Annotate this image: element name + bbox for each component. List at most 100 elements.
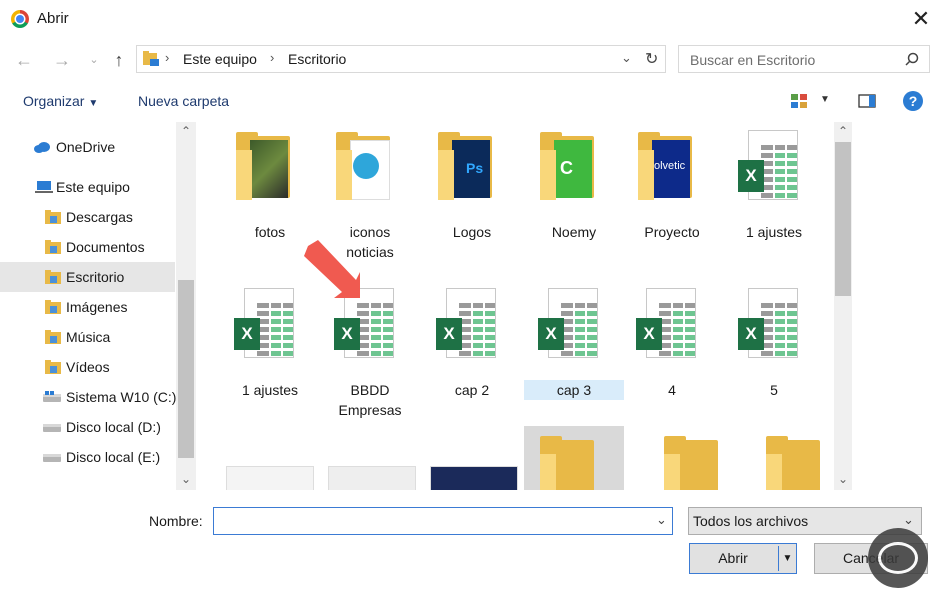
sidebar-item-label: Este equipo — [56, 179, 130, 195]
address-dropdown-button[interactable]: ⌄ — [621, 50, 632, 66]
address-bar[interactable]: › Este equipo › Escritorio ⌄ ↻ — [136, 45, 666, 73]
sidebar-item-sistema-w10-c[interactable]: Sistema W10 (C:) — [0, 382, 176, 412]
back-button[interactable]: ← — [12, 47, 36, 73]
help-button[interactable]: ? — [903, 91, 923, 111]
view-dropdown-button[interactable]: ▼ — [820, 94, 830, 105]
drive-icon — [43, 420, 61, 434]
chevron-down-icon: ⌄ — [656, 512, 667, 527]
nav-scrollbar-thumb[interactable] — [178, 280, 194, 458]
excel-file-icon: X — [738, 288, 800, 360]
scroll-up-icon[interactable]: ⌃ — [176, 124, 196, 138]
breadcrumb-este-equipo[interactable]: Este equipo — [183, 51, 257, 67]
drive-icon — [43, 450, 61, 464]
sidebar-item-escritorio[interactable]: Escritorio — [0, 262, 175, 292]
documents-folder-icon — [45, 240, 61, 254]
folder-icon — [336, 132, 390, 200]
breadcrumb-escritorio[interactable]: Escritorio — [288, 51, 346, 67]
sidebar-item-onedrive[interactable]: OneDrive — [0, 132, 175, 162]
folder-icon — [664, 436, 718, 490]
files-scrollbar[interactable]: ⌃ ⌄ — [834, 122, 852, 490]
open-button[interactable]: Abrir ▼ — [689, 543, 797, 574]
breadcrumb-separator-icon: › — [270, 50, 275, 65]
folder-icon: olvetic — [638, 132, 692, 200]
folder-icon — [540, 436, 594, 490]
nav-scrollbar[interactable]: ⌃ ⌄ — [176, 122, 196, 490]
file-list[interactable]: fotos iconos noticias Ps Logos C Noemy olvetic… — [212, 122, 832, 490]
search-icon — [905, 52, 919, 66]
organize-label: Organizar — [23, 93, 85, 109]
file-name-input[interactable] — [218, 512, 642, 532]
file-item[interactable]: X 1 ajustes — [724, 122, 824, 262]
file-item[interactable]: Xcap 3 — [524, 280, 624, 420]
search-box[interactable] — [678, 45, 930, 73]
sidebar-item-label: OneDrive — [56, 139, 116, 155]
view-grid-icon — [791, 94, 807, 108]
sidebar-item-disco-local-d[interactable]: Disco local (D:) — [0, 412, 175, 442]
close-button[interactable]: ✕ — [906, 6, 936, 32]
sidebar-item-imágenes[interactable]: Imágenes — [0, 292, 175, 322]
file-name-label: Nombre: — [149, 513, 203, 529]
sidebar-item-label: Música — [66, 329, 111, 345]
sidebar-item-este-equipo[interactable]: Este equipo — [0, 172, 175, 202]
file-item[interactable]: X BBDD Empresas — [320, 280, 420, 420]
excel-file-icon: X — [636, 288, 698, 360]
sidebar-item-documentos[interactable]: Documentos — [0, 232, 175, 262]
file-item[interactable] — [648, 426, 748, 490]
sidebar-item-label: Disco local (E:) — [66, 449, 161, 465]
file-name: fotos — [254, 224, 286, 240]
name-history-dropdown[interactable]: ⌄ — [656, 512, 667, 528]
sidebar-item-label: Imágenes — [66, 299, 128, 315]
excel-file-icon: X — [538, 288, 600, 360]
file-name: Logos — [452, 224, 492, 240]
scroll-up-icon[interactable]: ⌃ — [834, 124, 852, 138]
file-item[interactable]: Xcap 2 — [422, 280, 522, 420]
file-item[interactable] — [524, 426, 624, 490]
file-item[interactable] — [750, 426, 832, 490]
image-thumbnail[interactable] — [430, 466, 518, 490]
file-item[interactable]: X4 — [622, 280, 722, 420]
file-item[interactable]: Ps Logos — [422, 122, 522, 262]
sidebar-item-descargas[interactable]: Descargas — [0, 202, 175, 232]
chevron-down-icon: ⌄ — [903, 512, 914, 527]
folder-icon — [766, 436, 820, 490]
sidebar-item-música[interactable]: Música — [0, 322, 175, 352]
open-options-dropdown[interactable]: ▼ — [778, 546, 796, 571]
scroll-down-icon[interactable]: ⌄ — [834, 472, 852, 486]
file-name-box[interactable]: ⌄ — [213, 507, 673, 535]
preview-pane-icon — [858, 94, 876, 108]
search-input[interactable] — [688, 50, 892, 70]
breadcrumb-separator-icon: › — [165, 50, 170, 65]
folder-icon: C — [540, 132, 594, 200]
forward-button[interactable]: → — [50, 47, 74, 73]
image-thumbnail[interactable] — [328, 466, 416, 490]
organize-button[interactable]: Organizar ▼ — [23, 93, 98, 109]
new-folder-button[interactable]: Nueva carpeta — [138, 93, 229, 109]
files-scrollbar-thumb[interactable] — [835, 142, 851, 296]
file-item[interactable]: X 1 ajustes — [220, 280, 320, 420]
sidebar-item-vídeos[interactable]: Vídeos — [0, 352, 175, 382]
folder-icon — [236, 132, 290, 200]
downloads-folder-icon — [45, 210, 61, 224]
file-item[interactable]: olvetic Proyecto — [622, 122, 722, 262]
refresh-icon: ↻ — [645, 51, 659, 68]
up-button[interactable]: ↑ — [107, 47, 131, 73]
navigation-pane[interactable]: OneDrive Este equipo Descargas Documentos Es… — [0, 122, 196, 490]
desktop-folder-icon — [143, 51, 159, 66]
file-name: Noemy — [551, 224, 597, 240]
file-name: 4 — [668, 382, 676, 398]
view-options-button[interactable] — [790, 93, 808, 112]
chevron-down-icon: ⌄ — [89, 54, 99, 66]
recent-locations-button[interactable]: ⌄ — [82, 47, 106, 73]
preview-pane-button[interactable] — [858, 93, 876, 112]
computer-icon — [35, 180, 53, 194]
help-icon: ? — [908, 93, 918, 109]
sidebar-item-label: Documentos — [66, 239, 145, 255]
refresh-button[interactable]: ↻ — [645, 49, 658, 69]
scroll-down-icon[interactable]: ⌄ — [176, 472, 196, 486]
sidebar-item-disco-local-e[interactable]: Disco local (E:) — [0, 442, 175, 472]
open-button-label: Abrir — [718, 550, 748, 566]
file-item[interactable]: X5 — [724, 280, 824, 420]
file-item[interactable]: C Noemy — [524, 122, 624, 262]
image-thumbnail[interactable] — [226, 466, 314, 490]
file-name: cap 2 — [454, 382, 490, 398]
